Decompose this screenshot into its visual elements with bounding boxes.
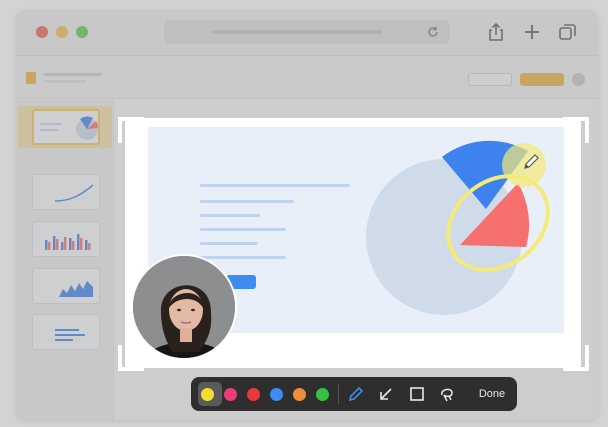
color-swatch-orange[interactable]: [293, 388, 306, 401]
capture-corner-top-right[interactable]: [563, 117, 589, 143]
toolbar-separator: [338, 384, 339, 404]
minimize-window-button[interactable]: [56, 26, 68, 38]
primary-button[interactable]: [520, 73, 564, 86]
share-icon[interactable]: [486, 22, 506, 42]
app-header: [16, 57, 598, 99]
bar-chart-thumbnail[interactable]: [32, 221, 100, 257]
arrow-icon[interactable]: [377, 385, 395, 403]
slide-text-line: [200, 242, 258, 245]
address-bar[interactable]: [164, 20, 450, 44]
zoom-window-button[interactable]: [76, 26, 88, 38]
app-logo: [26, 72, 36, 84]
title-bar: [16, 10, 598, 56]
address-bar-url: [212, 30, 382, 34]
slide-sidebar: [16, 100, 114, 420]
color-swatch-blue[interactable]: [270, 388, 283, 401]
text-thumbnail[interactable]: [32, 314, 100, 350]
webcam-bubble[interactable]: [131, 254, 237, 360]
new-tab-icon[interactable]: [522, 22, 542, 42]
tabs-overview-icon[interactable]: [558, 22, 578, 42]
color-swatch-green[interactable]: [316, 388, 329, 401]
close-window-button[interactable]: [36, 26, 48, 38]
pencil-cursor-icon: [524, 154, 539, 169]
pie-chart-icon: [76, 116, 99, 140]
user-avatar[interactable]: [572, 73, 585, 86]
rectangle-icon[interactable]: [408, 385, 426, 403]
reload-icon[interactable]: [426, 25, 440, 39]
bar-chart-icon: [45, 234, 91, 250]
slide-heading-line: [200, 184, 350, 187]
pie-chart-thumbnail[interactable]: [32, 109, 100, 145]
color-swatch-pink[interactable]: [224, 388, 237, 401]
done-button[interactable]: Done: [472, 386, 512, 402]
capture-corner-bottom-left[interactable]: [118, 345, 144, 371]
slide-text-line: [200, 214, 260, 217]
presenter-avatar: [133, 256, 235, 358]
slide-text-line: [200, 256, 286, 259]
app-subtitle-placeholder: [44, 80, 86, 83]
slide-text-line: [200, 200, 294, 203]
pen-icon[interactable]: [347, 385, 365, 403]
area-chart-icon: [59, 281, 93, 297]
color-swatch-yellow[interactable]: [201, 388, 214, 401]
capture-corner-bottom-right[interactable]: [563, 345, 589, 371]
capture-corner-top-left[interactable]: [118, 117, 144, 143]
color-swatch-red[interactable]: [247, 388, 260, 401]
secondary-button[interactable]: [468, 73, 512, 86]
slide-text-line: [200, 228, 286, 231]
lasso-icon[interactable]: [438, 385, 456, 403]
line-chart-icon: [54, 184, 94, 202]
line-chart-thumbnail[interactable]: [32, 174, 100, 210]
app-title-placeholder: [44, 73, 102, 76]
area-chart-thumbnail[interactable]: [32, 268, 100, 304]
